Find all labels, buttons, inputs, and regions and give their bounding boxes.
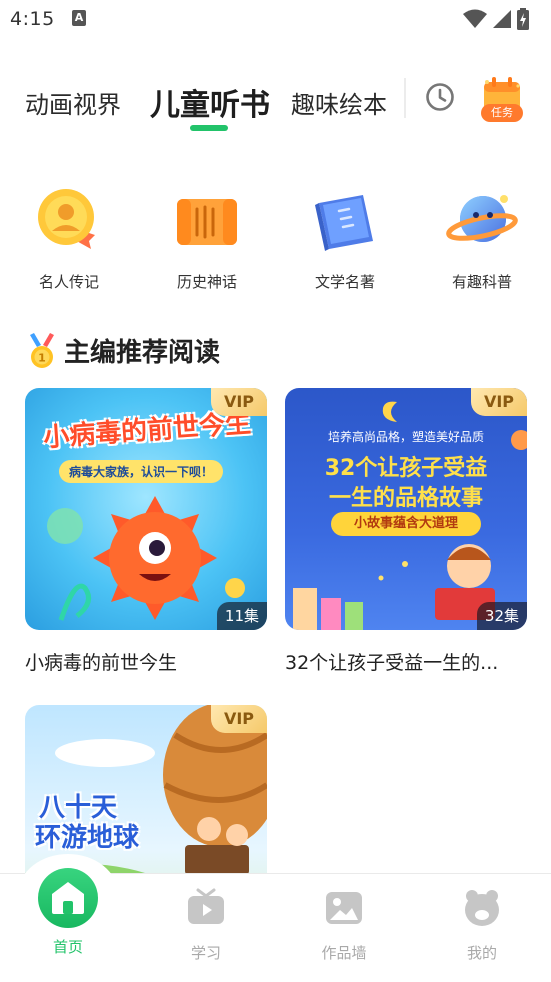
nav-label: 我的 — [466, 944, 497, 962]
scroll-icon — [177, 199, 237, 245]
notification-icon: A — [72, 10, 86, 26]
category-tabs: 动画视界 儿童听书 趣味绘本 任务 — [0, 68, 551, 138]
episode-count: 32集 — [476, 602, 527, 630]
cover-title-line2: 环游地球 — [35, 823, 140, 853]
svg-text:1: 1 — [38, 351, 46, 364]
book-title: 小病毒的前世今生 — [25, 652, 178, 674]
nav-item-study[interactable]: 学习 — [156, 874, 256, 963]
category-science[interactable]: 有趣科普 — [422, 185, 542, 292]
tv-icon — [188, 888, 224, 924]
nav-item-works[interactable]: 作品墙 — [294, 874, 394, 963]
category-label: 有趣科普 — [451, 273, 512, 291]
picture-icon — [326, 892, 362, 924]
signal-icon — [493, 10, 511, 28]
clock-icon[interactable] — [425, 82, 455, 112]
nav-label: 作品墙 — [321, 944, 367, 962]
section-title: 主编推荐阅读 — [64, 338, 221, 368]
home-tab[interactable] — [38, 868, 98, 928]
status-bar: 4:15 A — [0, 0, 551, 40]
medal-person-icon — [38, 189, 95, 249]
book-cover[interactable]: 小病毒的前世今生 病毒大家族，认识一下呗！ VIP 11集 — [25, 388, 267, 630]
cover-subtitle: 病毒大家族，认识一下呗！ — [59, 460, 224, 483]
status-time: 4:15 — [10, 8, 55, 30]
tab-divider — [404, 78, 406, 118]
category-literature[interactable]: 文学名著 — [285, 185, 405, 292]
status-icons — [463, 8, 529, 30]
category-biography[interactable]: 名人传记 — [9, 185, 129, 292]
book-cover[interactable]: 培养高尚品格，塑造美好品质 32个让孩子受益 一生的品格故事 小故事蕴含大道理 … — [285, 388, 527, 630]
vip-badge: VIP — [211, 388, 267, 416]
book-card[interactable]: 小病毒的前世今生 病毒大家族，认识一下呗！ VIP 11集 小病毒的前世今生 — [25, 388, 267, 675]
section-header: 1 主编推荐阅读 — [28, 332, 220, 369]
category-label: 历史神话 — [176, 273, 237, 291]
category-label: 名人传记 — [38, 273, 99, 291]
tab-picture-books[interactable]: 趣味绘本 — [291, 85, 387, 120]
cover-title-line2: 一生的品格故事 — [328, 486, 483, 511]
planet-icon — [446, 195, 518, 242]
bear-face-icon — [465, 890, 499, 926]
category-grid: 名人传记 历史神话 文学名著 有趣科普 — [0, 185, 551, 295]
task-label: 任务 — [481, 104, 523, 122]
category-history-myth[interactable]: 历史神话 — [147, 185, 267, 292]
wifi-icon — [463, 9, 487, 28]
task-button[interactable]: 任务 — [478, 76, 526, 124]
nav-label: 学习 — [190, 944, 221, 962]
cover-subtitle: 小故事蕴含大道理 — [331, 512, 481, 536]
book-icon — [315, 195, 373, 251]
tab-audiobooks[interactable]: 儿童听书 — [150, 80, 270, 124]
nav-item-profile[interactable]: 我的 — [432, 874, 532, 963]
book-cover[interactable]: 八十天 环游地球 VIP — [25, 705, 267, 873]
book-card[interactable]: 八十天 环游地球 VIP — [25, 705, 267, 873]
book-card[interactable]: 培养高尚品格，塑造美好品质 32个让孩子受益 一生的品格故事 小故事蕴含大道理 … — [285, 388, 527, 675]
active-tab-indicator — [190, 125, 228, 131]
cover-title-line1: 32个让孩子受益 — [324, 456, 488, 481]
home-icon — [52, 882, 84, 914]
bottom-navigation: 首页 学习 作品墙 我的 — [0, 854, 551, 982]
episode-count: 11集 — [216, 602, 267, 630]
vip-badge: VIP — [211, 705, 267, 733]
cover-tagline: 培养高尚品格，塑造美好品质 — [327, 430, 484, 444]
book-title: 32个让孩子受益一生的... — [285, 652, 499, 674]
nav-label-home[interactable]: 首页 — [18, 936, 118, 957]
battery-icon — [517, 8, 529, 30]
gold-medal-icon: 1 — [30, 332, 54, 368]
vip-badge: VIP — [471, 388, 527, 416]
tab-animation[interactable]: 动画视界 — [25, 85, 121, 120]
category-label: 文学名著 — [314, 273, 375, 291]
